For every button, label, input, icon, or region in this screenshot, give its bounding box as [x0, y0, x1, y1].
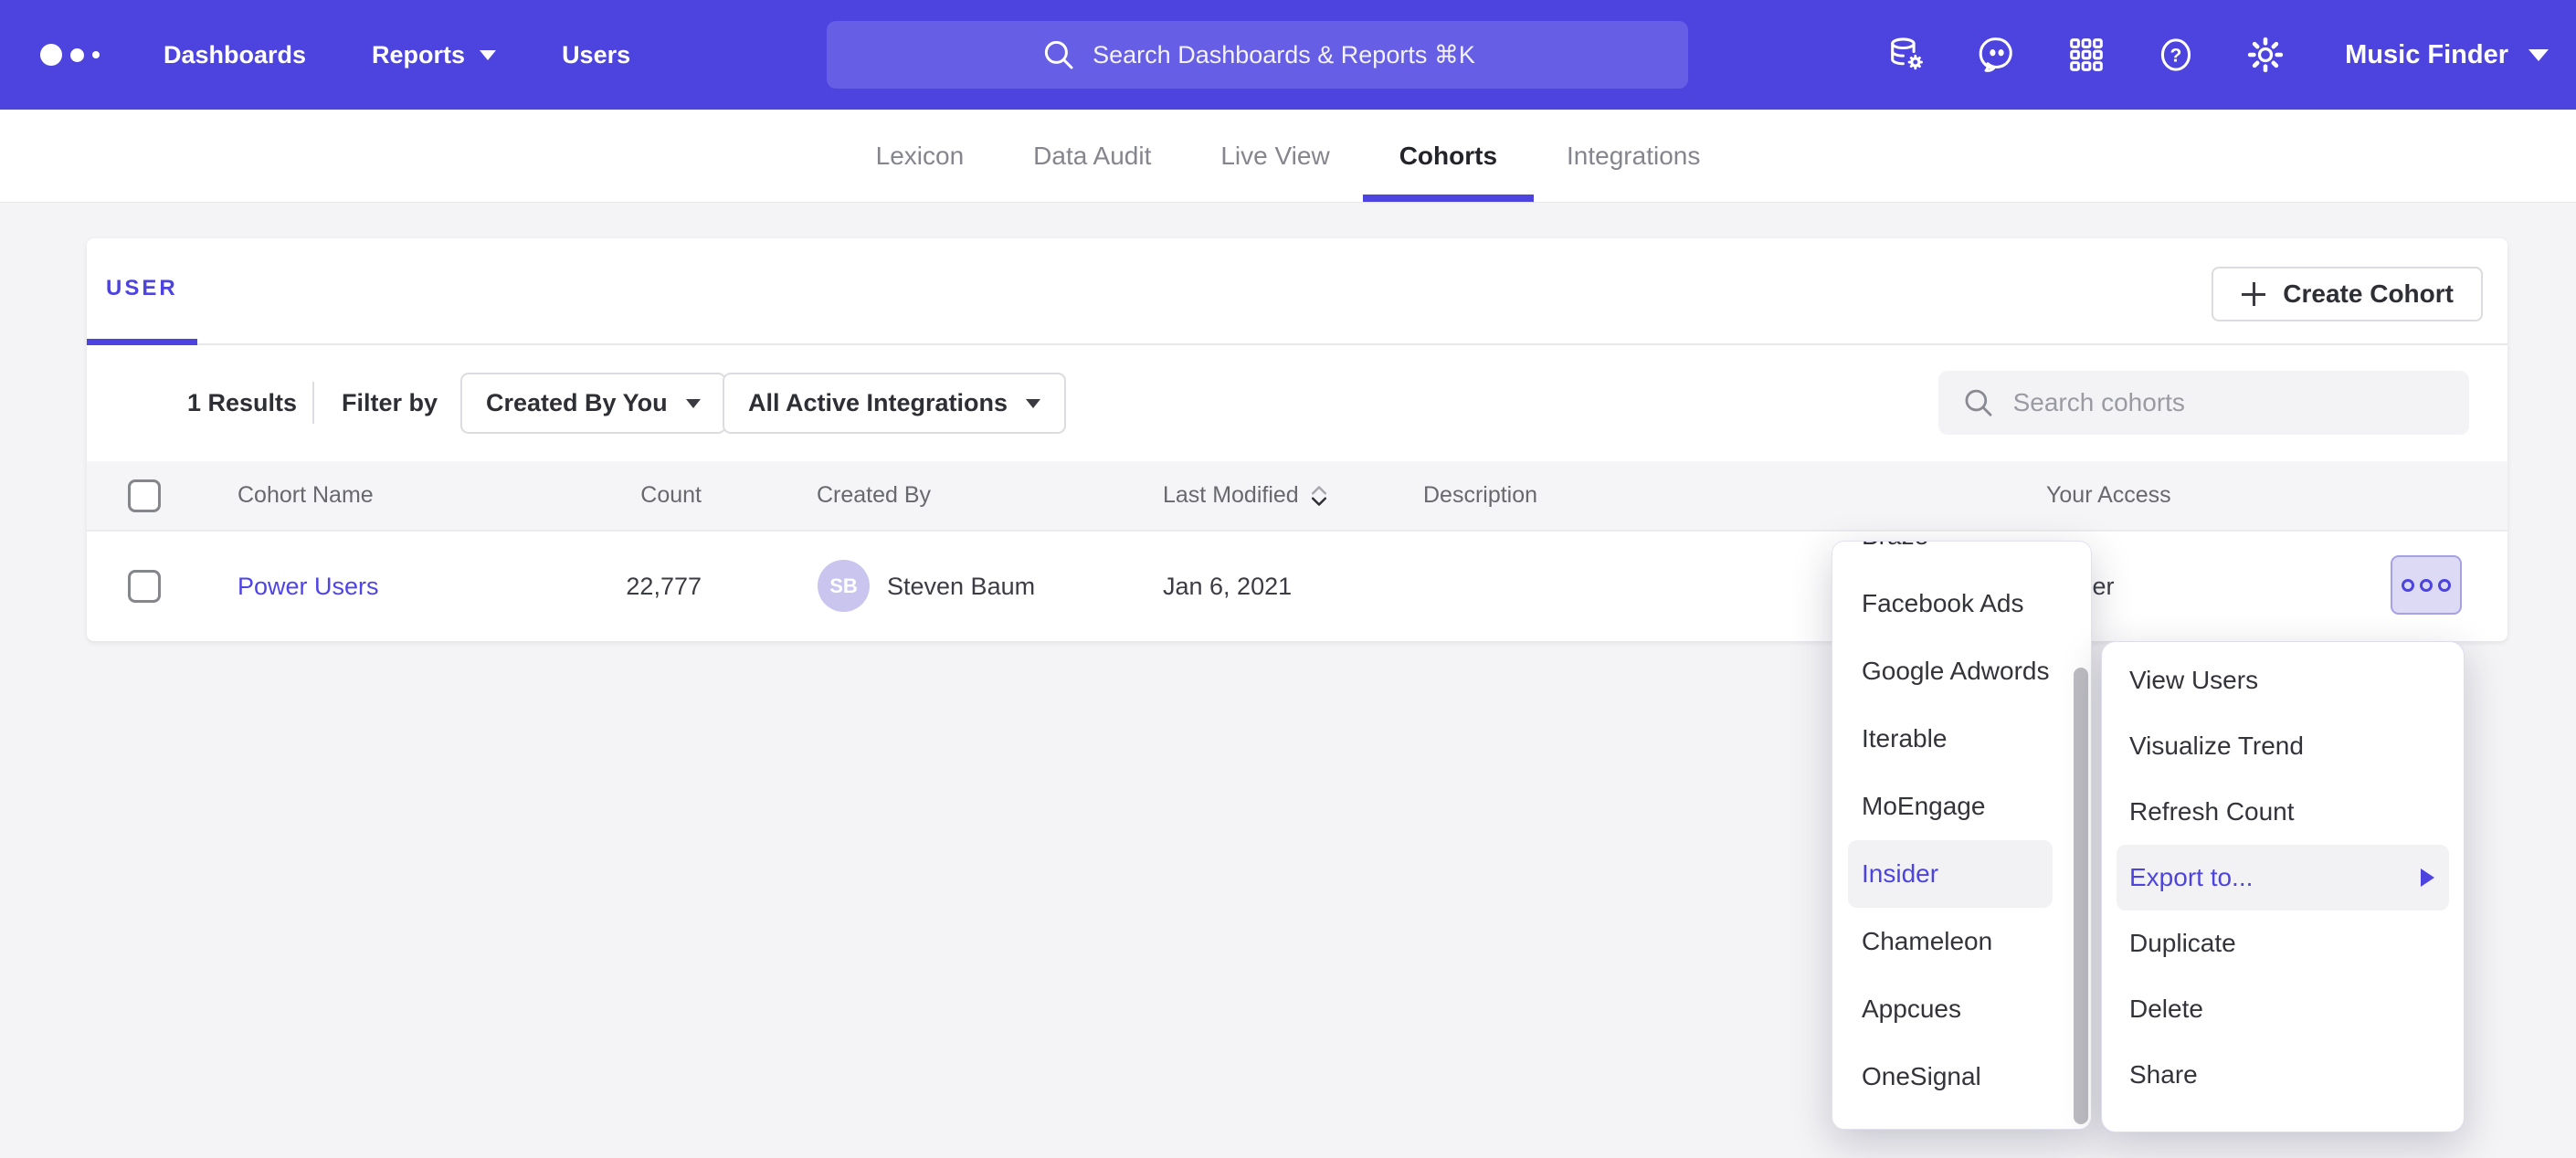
menu-item-view-users[interactable]: View Users	[2117, 647, 2449, 713]
ellipsis-icon	[2438, 579, 2451, 592]
tab-lexicon[interactable]: Lexicon	[876, 110, 965, 202]
tab-user-cohorts[interactable]: USER	[87, 238, 197, 345]
column-created-by: Created By	[817, 461, 931, 530]
section-tabbar: Lexicon Data Audit Live View Cohorts Int…	[0, 110, 2576, 203]
chevron-down-icon	[1026, 399, 1040, 408]
created-by-filter-dropdown[interactable]: Created By You	[460, 373, 726, 434]
menu-item-facebook-ads[interactable]: Facebook Ads	[1848, 570, 2053, 637]
primary-nav: Dashboards Reports Users	[164, 41, 630, 69]
chevron-down-icon	[2528, 49, 2549, 61]
search-icon	[1040, 36, 1078, 74]
menu-item-share[interactable]: Share	[2117, 1042, 2449, 1108]
tab-cohorts[interactable]: Cohorts	[1399, 110, 1497, 202]
export-destinations-menu: Braze Facebook Ads Google Adwords Iterab…	[1832, 541, 2092, 1130]
chevron-down-icon	[480, 50, 496, 60]
avatar: SB	[818, 560, 870, 612]
menu-item-iterable[interactable]: Iterable	[1848, 705, 2053, 773]
cohorts-page: Dashboards Reports Users Search Dashboar…	[0, 0, 2576, 1158]
menu-item-duplicate[interactable]: Duplicate	[2117, 911, 2449, 976]
tab-integrations[interactable]: Integrations	[1567, 110, 1700, 202]
sort-icon[interactable]	[1308, 482, 1330, 510]
tab-live-view[interactable]: Live View	[1220, 110, 1329, 202]
ellipsis-icon	[2420, 579, 2433, 592]
select-all-checkbox[interactable]	[128, 479, 161, 512]
search-icon	[1960, 384, 1997, 421]
mixpanel-logo-icon[interactable]	[40, 44, 100, 66]
top-navbar: Dashboards Reports Users Search Dashboar…	[0, 0, 2576, 110]
project-switcher[interactable]: Music Finder	[2345, 40, 2549, 70]
last-modified-date: Jan 6, 2021	[1163, 532, 1292, 641]
menu-item-onesignal[interactable]: OneSignal	[1848, 1043, 2053, 1111]
create-cohort-button[interactable]: Create Cohort	[2212, 267, 2483, 321]
project-name: Music Finder	[2345, 40, 2508, 70]
filter-toolbar: 1 Results Filter by Created By You All A…	[87, 345, 2507, 461]
plus-icon	[2241, 281, 2266, 307]
cohort-name-link[interactable]: Power Users	[238, 573, 379, 601]
filter-by-label: Filter by	[342, 345, 438, 461]
row-checkbox[interactable]	[128, 570, 161, 603]
row-context-menu: View Users Visualize Trend Refresh Count…	[2101, 641, 2465, 1132]
menu-item-insider[interactable]: Insider	[1848, 840, 2053, 908]
global-search-input[interactable]: Search Dashboards & Reports ⌘K	[827, 21, 1688, 89]
export-destinations-list: Braze Facebook Ads Google Adwords Iterab…	[1832, 541, 2091, 1111]
global-search-placeholder: Search Dashboards & Reports ⌘K	[1093, 41, 1475, 69]
menu-item-export-to[interactable]: Export to...	[2117, 845, 2449, 911]
created-by-name: Steven Baum	[887, 532, 1035, 641]
apps-grid-icon[interactable]	[2065, 34, 2107, 76]
help-icon[interactable]: ?	[2155, 34, 2197, 76]
menu-item-appcues[interactable]: Appcues	[1848, 975, 2053, 1043]
row-more-actions-button[interactable]	[2391, 555, 2462, 615]
menu-item-delete[interactable]: Delete	[2117, 976, 2449, 1042]
submenu-arrow-icon	[2421, 868, 2434, 887]
svg-text:?: ?	[2170, 46, 2182, 67]
cohort-search-box[interactable]	[1938, 371, 2469, 435]
nav-reports[interactable]: Reports	[372, 41, 496, 69]
column-count: Count	[498, 461, 702, 530]
scrollbar-thumb[interactable]	[2074, 668, 2088, 1124]
menu-item-refresh-count[interactable]: Refresh Count	[2117, 779, 2449, 845]
cohort-type-tabs: USER Create Cohort	[87, 238, 2507, 345]
column-last-modified[interactable]: Last Modified	[1163, 461, 1330, 530]
divider	[312, 382, 314, 424]
nav-users[interactable]: Users	[562, 41, 630, 69]
menu-item-visualize-trend[interactable]: Visualize Trend	[2117, 713, 2449, 779]
table-header: Cohort Name Count Created By Last Modifi…	[87, 461, 2507, 532]
navbar-actions: ? Music Finder	[1886, 0, 2549, 110]
cohorts-card: USER Create Cohort 1 Results Filter by C…	[87, 238, 2507, 641]
nav-dashboards[interactable]: Dashboards	[164, 41, 306, 69]
menu-item-braze[interactable]: Braze	[1848, 541, 2053, 570]
column-your-access: Your Access	[2046, 461, 2171, 530]
settings-gear-icon[interactable]	[2244, 34, 2286, 76]
chevron-down-icon	[686, 399, 701, 408]
table-row: Power Users 22,777 SB Steven Baum Jan 6,…	[87, 532, 2507, 641]
cohort-search-input[interactable]	[2013, 388, 2447, 417]
column-description: Description	[1423, 461, 1537, 530]
feedback-icon[interactable]	[1976, 34, 2018, 76]
tab-data-audit[interactable]: Data Audit	[1033, 110, 1151, 202]
menu-item-moengage[interactable]: MoEngage	[1848, 773, 2053, 840]
menu-item-google-adwords[interactable]: Google Adwords	[1848, 637, 2053, 705]
column-cohort-name: Cohort Name	[238, 461, 374, 530]
menu-item-chameleon[interactable]: Chameleon	[1848, 908, 2053, 975]
ellipsis-icon	[2402, 579, 2414, 592]
data-management-icon[interactable]	[1886, 34, 1928, 76]
integrations-filter-dropdown[interactable]: All Active Integrations	[723, 373, 1066, 434]
results-count: 1 Results	[187, 345, 297, 461]
cohort-count: 22,777	[498, 532, 702, 641]
